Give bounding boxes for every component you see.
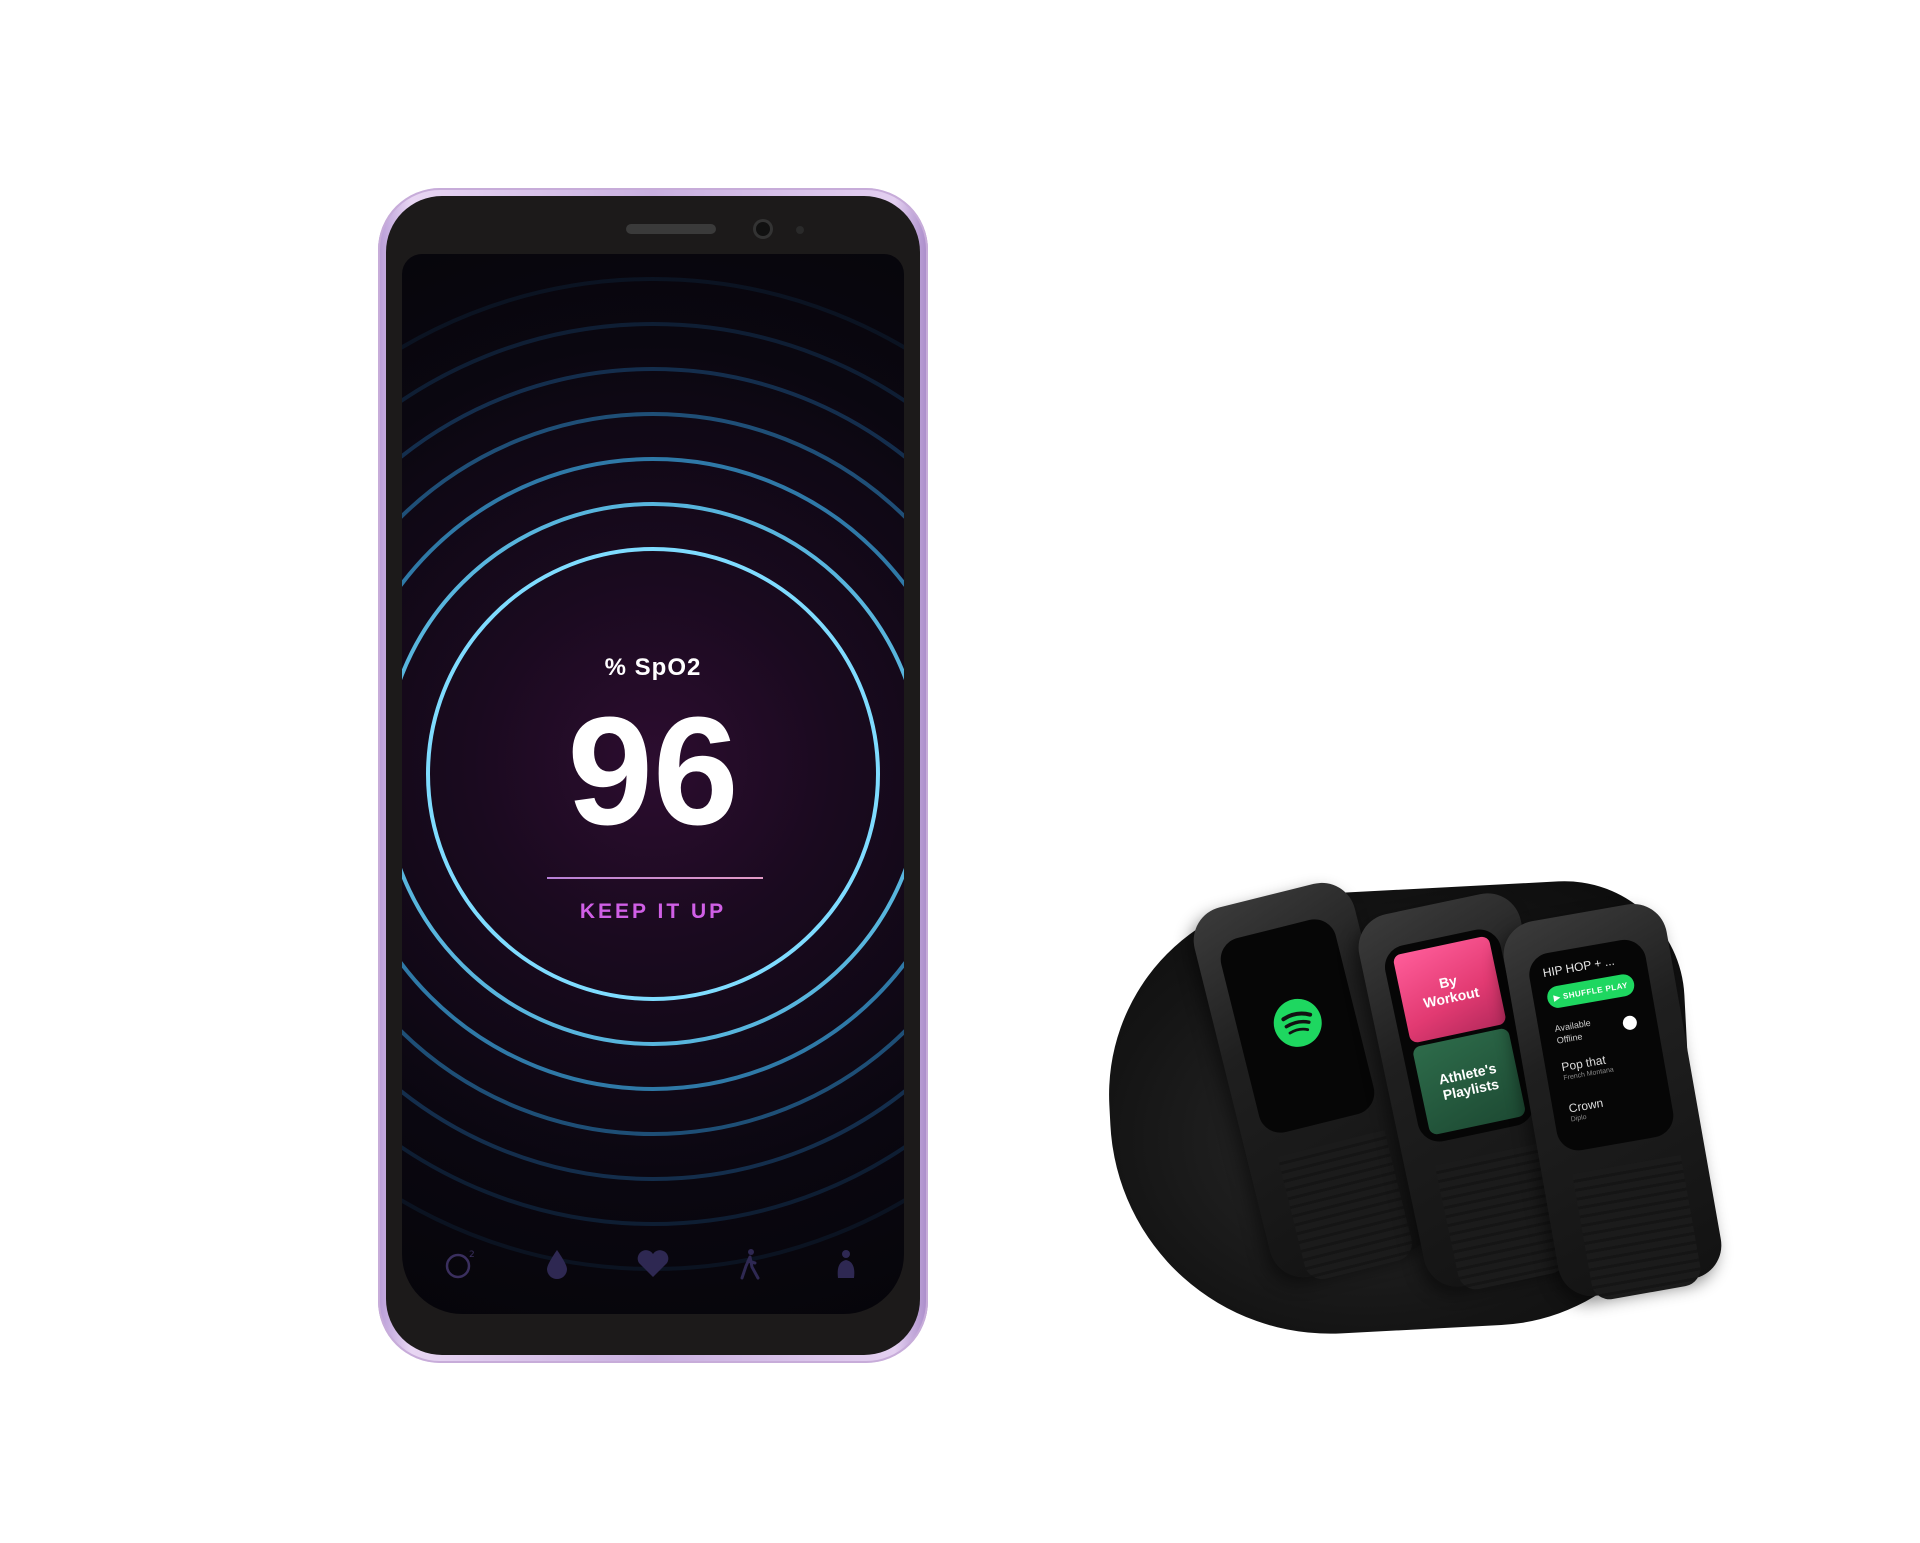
band-strap	[1277, 1130, 1416, 1283]
fitness-bands: By Workout Athlete's Playlists HIP HOP +…	[1098, 870, 1727, 1350]
band-strap	[1572, 1155, 1704, 1303]
phone-screen: % SpO2 96 KEEP IT UP 2	[402, 254, 904, 1314]
product-showcase: % SpO2 96 KEEP IT UP 2 By Workout Athlet…	[0, 0, 1920, 1543]
bottom-nav: 2	[442, 1244, 864, 1284]
phone-bezel: % SpO2 96 KEEP IT UP 2	[386, 196, 920, 1355]
smartphone: % SpO2 96 KEEP IT UP 2	[378, 188, 928, 1363]
walk-icon[interactable]	[732, 1246, 768, 1282]
earpiece-speaker	[626, 224, 716, 234]
svg-text:2: 2	[469, 1250, 475, 1260]
front-camera-icon	[756, 222, 770, 236]
divider	[547, 877, 763, 879]
spotify-icon[interactable]	[1267, 993, 1328, 1054]
tile-label: By Workout	[1421, 972, 1481, 1012]
metric-value: 96	[567, 685, 739, 857]
offline-label: Available Offline	[1553, 1017, 1592, 1046]
list-item[interactable]: Crown Diplo	[1568, 1096, 1606, 1124]
shuffle-play-button[interactable]: ▶ SHUFFLE PLAY	[1545, 972, 1637, 1010]
playlist-tile-athletes[interactable]: Athlete's Playlists	[1411, 1027, 1527, 1136]
playlist-tile-workout[interactable]: By Workout	[1392, 935, 1507, 1044]
proximity-sensor	[796, 226, 804, 234]
playlist-header: HIP HOP + ...	[1541, 953, 1616, 981]
meditation-icon[interactable]	[828, 1246, 864, 1282]
status-text: KEEP IT UP	[579, 900, 727, 923]
drop-icon[interactable]	[539, 1246, 575, 1282]
offline-toggle[interactable]	[1621, 1014, 1638, 1031]
metric-label: % SpO2	[604, 654, 702, 681]
list-item[interactable]: Pop that French Montana	[1560, 1052, 1614, 1082]
band-screen-3: HIP HOP + ... ▶ SHUFFLE PLAY Available O…	[1525, 936, 1677, 1154]
oxygen-icon[interactable]: 2	[442, 1246, 478, 1282]
heart-icon[interactable]	[635, 1246, 671, 1282]
band-screen-1[interactable]	[1216, 914, 1379, 1138]
tile-label: Athlete's Playlists	[1437, 1059, 1501, 1104]
